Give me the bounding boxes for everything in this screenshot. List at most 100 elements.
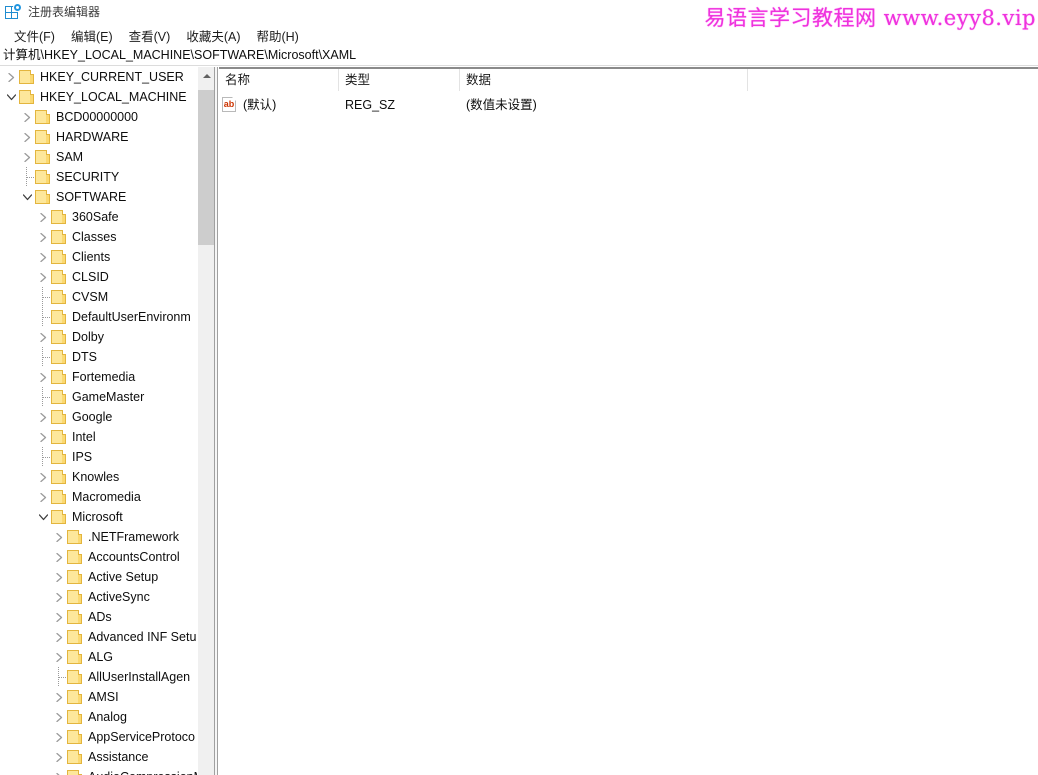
tree-item[interactable]: 360Safe [0, 207, 197, 227]
tree-item[interactable]: Fortemedia [0, 367, 197, 387]
tree-item-label: AppServiceProtoco [88, 730, 196, 744]
tree-item-label: AMSI [88, 690, 119, 704]
chevron-right-icon[interactable] [35, 367, 51, 387]
title-bar: 注册表编辑器 [0, 0, 1038, 24]
tree-item-label: Clients [72, 250, 111, 264]
tree-item[interactable]: DTS [0, 347, 197, 367]
tree-item[interactable]: Dolby [0, 327, 197, 347]
chevron-right-icon[interactable] [35, 467, 51, 487]
tree-item[interactable]: HKEY_LOCAL_MACHINE [0, 87, 197, 107]
chevron-right-icon[interactable] [35, 227, 51, 247]
chevron-right-icon[interactable] [35, 427, 51, 447]
tree-item[interactable]: Microsoft [0, 507, 197, 527]
chevron-right-icon[interactable] [35, 207, 51, 227]
tree-item[interactable]: HKEY_CURRENT_USER [0, 67, 197, 87]
tree-item[interactable]: Classes [0, 227, 197, 247]
folder-icon [51, 290, 67, 304]
tree-item[interactable]: ALG [0, 647, 197, 667]
column-header-2[interactable]: 数据 [460, 69, 748, 91]
chevron-right-icon[interactable] [51, 707, 67, 727]
tree-item[interactable]: Assistance [0, 747, 197, 767]
folder-icon [67, 670, 83, 684]
chevron-down-icon[interactable] [3, 87, 19, 107]
tree-item[interactable]: Google [0, 407, 197, 427]
table-row[interactable]: (默认) REG_SZ (数值未设置) [219, 95, 1038, 115]
chevron-right-icon[interactable] [51, 527, 67, 547]
column-header-0[interactable]: 名称 [219, 69, 339, 91]
menu-file[interactable]: 文件(F) [6, 24, 63, 47]
folder-icon [51, 350, 67, 364]
tree-item-label: BCD00000000 [56, 110, 139, 124]
tree-item[interactable]: AMSI [0, 687, 197, 707]
tree-item[interactable]: BCD00000000 [0, 107, 197, 127]
tree-item[interactable]: SECURITY [0, 167, 197, 187]
chevron-right-icon[interactable] [51, 747, 67, 767]
tree-item[interactable]: DefaultUserEnvironm [0, 307, 197, 327]
menu-favorites[interactable]: 收藏夫(A) [178, 24, 248, 47]
tree-item[interactable]: Knowles [0, 467, 197, 487]
tree-item[interactable]: Macromedia [0, 487, 197, 507]
tree-item[interactable]: SOFTWARE [0, 187, 197, 207]
chevron-right-icon[interactable] [3, 67, 19, 87]
tree-item[interactable]: Advanced INF Setu [0, 627, 197, 647]
address-bar[interactable]: 计算机\HKEY_LOCAL_MACHINE\SOFTWARE\Microsof… [0, 46, 1038, 66]
chevron-right-icon[interactable] [35, 267, 51, 287]
tree-item[interactable]: CVSM [0, 287, 197, 307]
folder-icon [67, 770, 83, 775]
tree-item[interactable]: HARDWARE [0, 127, 197, 147]
tree-item[interactable]: AudioCompressionM [0, 767, 197, 775]
chevron-right-icon[interactable] [35, 247, 51, 267]
folder-icon [67, 530, 83, 544]
tree-item[interactable]: ADs [0, 607, 197, 627]
tree-guide-line [43, 317, 51, 318]
column-header-1[interactable]: 类型 [339, 69, 460, 91]
tree-guide-line [59, 677, 67, 678]
folder-icon [67, 550, 83, 564]
chevron-right-icon[interactable] [19, 127, 35, 147]
chevron-right-icon[interactable] [51, 627, 67, 647]
chevron-right-icon[interactable] [51, 767, 67, 775]
registry-tree[interactable]: HKEY_CURRENT_USER HKEY_LOCAL_MACHINE BCD00… [0, 67, 197, 775]
tree-item[interactable]: CLSID [0, 267, 197, 287]
folder-icon [51, 510, 67, 524]
tree-item[interactable]: ActiveSync [0, 587, 197, 607]
values-pane[interactable]: 名称类型数据 (默认) REG_SZ (数值未设置) [219, 67, 1038, 775]
scrollbar-thumb[interactable] [198, 90, 215, 245]
scroll-up-arrow-icon[interactable] [198, 67, 215, 84]
chevron-right-icon[interactable] [51, 547, 67, 567]
tree-item[interactable]: AppServiceProtoco [0, 727, 197, 747]
tree-item-label: Classes [72, 230, 117, 244]
menu-view[interactable]: 查看(V) [121, 24, 179, 47]
chevron-right-icon[interactable] [51, 647, 67, 667]
tree-item[interactable]: GameMaster [0, 387, 197, 407]
tree-scrollbar[interactable] [197, 67, 215, 775]
folder-icon [67, 730, 83, 744]
chevron-right-icon[interactable] [19, 147, 35, 167]
chevron-right-icon[interactable] [35, 407, 51, 427]
tree-item[interactable]: Active Setup [0, 567, 197, 587]
tree-item[interactable]: IPS [0, 447, 197, 467]
chevron-right-icon[interactable] [51, 567, 67, 587]
chevron-down-icon[interactable] [35, 507, 51, 527]
chevron-down-icon[interactable] [19, 187, 35, 207]
column-header-3[interactable] [748, 69, 1038, 91]
tree-guide-line [43, 457, 51, 458]
chevron-right-icon[interactable] [35, 487, 51, 507]
menu-edit[interactable]: 编辑(E) [63, 24, 121, 47]
folder-icon [67, 630, 83, 644]
tree-item[interactable]: Analog [0, 707, 197, 727]
tree-item[interactable]: Clients [0, 247, 197, 267]
chevron-right-icon[interactable] [19, 107, 35, 127]
tree-item[interactable]: AccountsControl [0, 547, 197, 567]
chevron-right-icon[interactable] [51, 607, 67, 627]
tree-item[interactable]: AllUserInstallAgen [0, 667, 197, 687]
tree-item[interactable]: .NETFramework [0, 527, 197, 547]
menu-help[interactable]: 帮助(H) [248, 24, 306, 47]
pane-splitter[interactable] [214, 67, 218, 775]
tree-item[interactable]: Intel [0, 427, 197, 447]
chevron-right-icon[interactable] [51, 587, 67, 607]
chevron-right-icon[interactable] [51, 727, 67, 747]
tree-item[interactable]: SAM [0, 147, 197, 167]
chevron-right-icon[interactable] [35, 327, 51, 347]
chevron-right-icon[interactable] [51, 687, 67, 707]
